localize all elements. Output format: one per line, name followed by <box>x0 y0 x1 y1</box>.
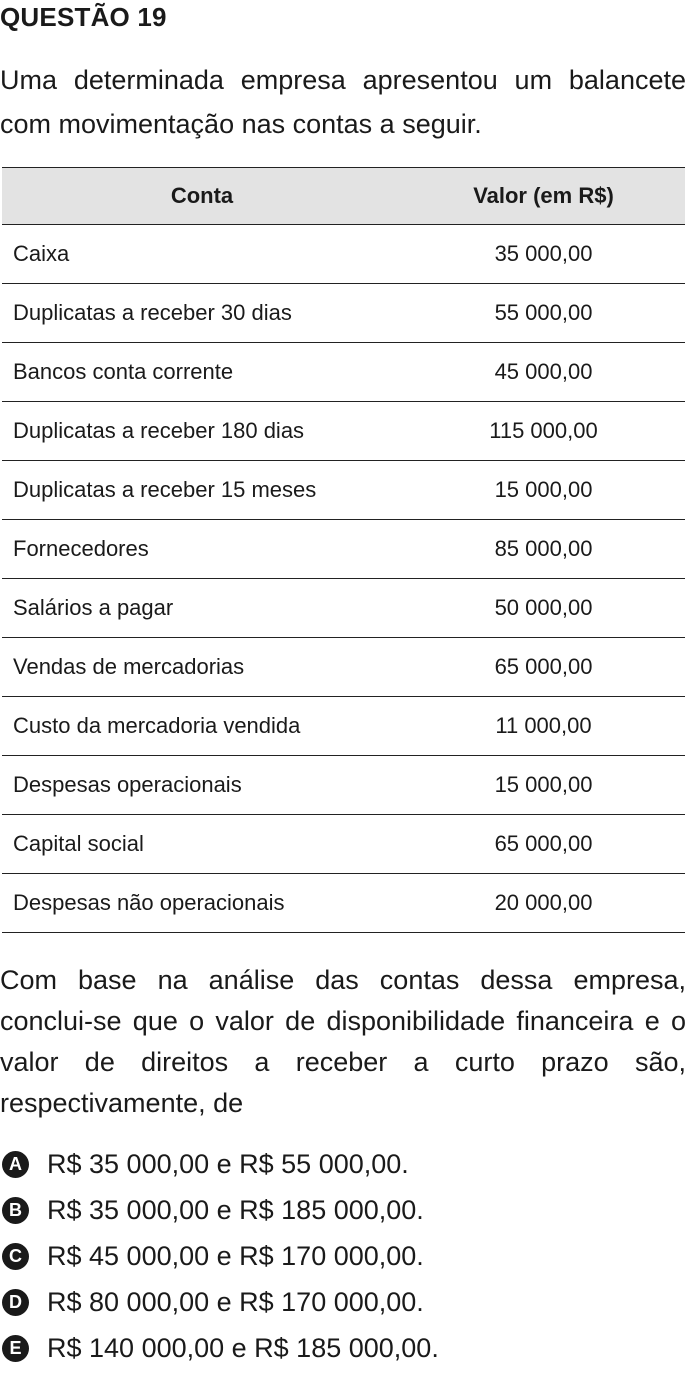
option-a-letter-badge: A <box>2 1150 29 1178</box>
question-prompt: Com base na análise das contas dessa emp… <box>0 965 686 1118</box>
table-row: Custo da mercadoria vendida 11 000,00 <box>2 696 685 756</box>
option-a[interactable]: A R$ 35 000,00 e R$ 55 000,00. <box>0 1142 409 1186</box>
option-d[interactable]: D R$ 80 000,00 e R$ 170 000,00. <box>0 1280 424 1324</box>
option-b[interactable]: B R$ 35 000,00 e R$ 185 000,00. <box>0 1188 424 1232</box>
table-row: Vendas de mercadorias 65 000,00 <box>2 637 685 697</box>
account-cell: Fornecedores <box>2 519 402 579</box>
value-cell: 115 000,00 <box>402 401 685 461</box>
account-cell: Salários a pagar <box>2 578 402 638</box>
option-d-letter-badge: D <box>2 1288 29 1316</box>
option-b-text: R$ 35 000,00 e R$ 185 000,00. <box>47 1194 424 1225</box>
table-row: Fornecedores 85 000,00 <box>2 519 685 579</box>
value-cell: 55 000,00 <box>402 283 685 343</box>
table-row: Duplicatas a receber 30 dias 55 000,00 <box>2 283 685 343</box>
table-row: Capital social 65 000,00 <box>2 814 685 874</box>
option-e[interactable]: E R$ 140 000,00 e R$ 185 000,00. <box>0 1326 439 1370</box>
account-cell: Duplicatas a receber 30 dias <box>2 283 402 343</box>
option-c-text: R$ 45 000,00 e R$ 170 000,00. <box>47 1240 424 1271</box>
table-row: Salários a pagar 50 000,00 <box>2 578 685 638</box>
table-row: Despesas não operacionais 20 000,00 <box>2 873 685 933</box>
table-row: Duplicatas a receber 15 meses 15 000,00 <box>2 460 685 520</box>
question-intro: Uma determinada empresa apresentou um ba… <box>0 65 686 139</box>
value-cell: 15 000,00 <box>402 755 685 815</box>
table-row: Caixa 35 000,00 <box>2 224 685 284</box>
table-row: Despesas operacionais 15 000,00 <box>2 755 685 815</box>
account-cell: Caixa <box>2 224 402 284</box>
value-cell: 65 000,00 <box>402 637 685 697</box>
account-cell: Despesas operacionais <box>2 755 402 815</box>
value-cell: 11 000,00 <box>402 696 685 756</box>
value-cell: 20 000,00 <box>402 873 685 933</box>
question-title: QUESTÃO 19 <box>0 2 167 32</box>
option-a-text: R$ 35 000,00 e R$ 55 000,00. <box>47 1148 409 1179</box>
accounts-table: Conta Valor (em R$) Caixa 35 000,00 Dupli… <box>2 167 685 933</box>
account-cell: Duplicatas a receber 15 meses <box>2 460 402 520</box>
value-cell: 85 000,00 <box>402 519 685 579</box>
account-cell: Custo da mercadoria vendida <box>2 696 402 756</box>
account-cell: Capital social <box>2 814 402 874</box>
table-row: Bancos conta corrente 45 000,00 <box>2 342 685 402</box>
option-c[interactable]: C R$ 45 000,00 e R$ 170 000,00. <box>0 1234 424 1278</box>
account-cell: Vendas de mercadorias <box>2 637 402 697</box>
value-cell: 35 000,00 <box>402 224 685 284</box>
header-account: Conta <box>2 167 402 225</box>
table-header-row: Conta Valor (em R$) <box>2 167 685 225</box>
account-cell: Bancos conta corrente <box>2 342 402 402</box>
option-e-text: R$ 140 000,00 e R$ 185 000,00. <box>47 1332 439 1363</box>
value-cell: 15 000,00 <box>402 460 685 520</box>
value-cell: 65 000,00 <box>402 814 685 874</box>
option-e-letter-badge: E <box>2 1334 29 1362</box>
table-row: Duplicatas a receber 180 dias 115 000,00 <box>2 401 685 461</box>
account-cell: Despesas não operacionais <box>2 873 402 933</box>
value-cell: 45 000,00 <box>402 342 685 402</box>
account-cell: Duplicatas a receber 180 dias <box>2 401 402 461</box>
value-cell: 50 000,00 <box>402 578 685 638</box>
option-d-text: R$ 80 000,00 e R$ 170 000,00. <box>47 1286 424 1317</box>
option-b-letter-badge: B <box>2 1196 29 1224</box>
option-c-letter-badge: C <box>2 1242 29 1270</box>
header-value: Valor (em R$) <box>402 167 685 225</box>
